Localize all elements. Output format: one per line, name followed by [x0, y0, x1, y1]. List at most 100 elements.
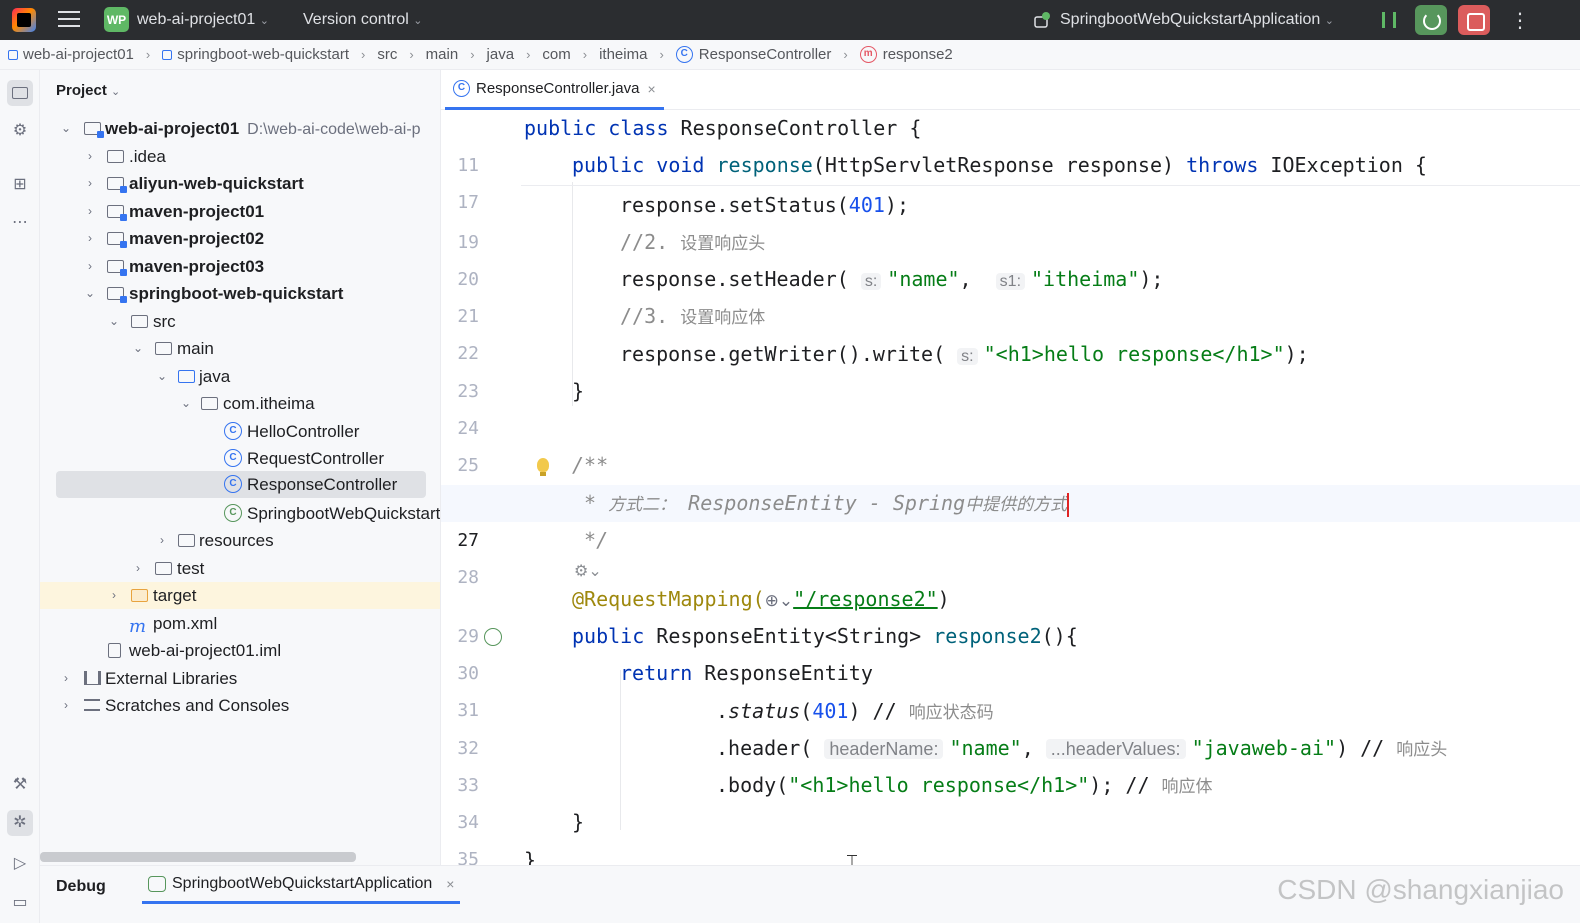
- code-token: response2: [933, 624, 1042, 648]
- tree-item-folder[interactable]: ⌄ main: [40, 335, 440, 362]
- tree-item-class[interactable]: C HelloController: [40, 418, 440, 445]
- breadcrumb-item[interactable]: main: [426, 46, 459, 63]
- tree-item-folder[interactable]: ⌄ java: [40, 363, 440, 390]
- tree-item-folder[interactable]: › resources: [40, 527, 440, 554]
- chevron-right-icon: ›: [360, 47, 366, 62]
- breadcrumb-item[interactable]: com: [542, 46, 570, 63]
- code-token: "itheima": [1031, 267, 1140, 291]
- tree-item-module[interactable]: › maven-project02: [40, 225, 440, 252]
- tree-item-label: target: [153, 586, 197, 605]
- rerun-button[interactable]: [1415, 5, 1447, 35]
- tree-item-file[interactable]: m pom.xml: [40, 610, 440, 637]
- settings-gear-icon[interactable]: ⚙: [7, 118, 33, 144]
- tree-item-module[interactable]: ⌄ springboot-web-quickstart: [40, 280, 440, 307]
- iml-file-icon: [108, 643, 121, 658]
- tree-item-label: web-ai-project01.iml: [129, 641, 282, 660]
- horizontal-scrollbar[interactable]: [40, 852, 356, 862]
- breadcrumb-item[interactable]: itheima: [599, 46, 647, 63]
- breadcrumb-label: com: [542, 46, 571, 63]
- project-name: web-ai-project01: [137, 11, 256, 28]
- tree-item-label: test: [177, 559, 205, 578]
- library-icon: [84, 671, 101, 685]
- intellij-logo-icon[interactable]: [12, 8, 36, 32]
- tree-item-folder[interactable]: › test: [40, 555, 440, 582]
- class-icon: C: [224, 475, 242, 493]
- resources-folder-icon: [178, 534, 195, 547]
- tree-item-module[interactable]: › aliyun-web-quickstart: [40, 170, 440, 197]
- close-icon[interactable]: ×: [446, 876, 454, 892]
- tree-item-module[interactable]: › maven-project03: [40, 253, 440, 280]
- tree-item-label: External Libraries: [105, 669, 238, 688]
- code-token: (HttpServletResponse response): [812, 153, 1175, 177]
- tree-item-target[interactable]: › target: [40, 582, 440, 609]
- chevron-right-icon: ›: [582, 47, 588, 62]
- excluded-folder-icon: [131, 589, 148, 602]
- code-token: *: [572, 491, 609, 515]
- stop-button[interactable]: [1458, 5, 1490, 35]
- tree-item-module[interactable]: › maven-project01: [40, 198, 440, 225]
- breadcrumb-item[interactable]: m response2: [859, 46, 953, 63]
- run-icon[interactable]: ▷: [7, 851, 33, 877]
- close-icon[interactable]: ×: [647, 81, 655, 97]
- globe-icon[interactable]: ⊕⌄: [765, 591, 794, 611]
- code-token: .header(: [716, 736, 813, 760]
- tree-item-file[interactable]: web-ai-project01.iml: [40, 637, 440, 664]
- tree-item-label: HelloController: [247, 422, 360, 441]
- main-menu-icon[interactable]: [58, 11, 80, 29]
- structure-icon[interactable]: ⊞: [7, 172, 33, 198]
- code-vision-icon[interactable]: ⚙⌄: [574, 561, 602, 581]
- code-token: 方式二：: [608, 495, 677, 515]
- chevron-right-icon: ›: [64, 671, 68, 685]
- web-endpoint-icon[interactable]: [484, 628, 502, 646]
- tree-item-scratches[interactable]: › Scratches and Consoles: [40, 692, 440, 719]
- tree-item-label: maven-project01: [129, 202, 265, 221]
- code-token: @RequestMapping(: [572, 587, 765, 611]
- tree-item-folder[interactable]: ⌄ src: [40, 308, 440, 335]
- code-token: }: [572, 379, 585, 403]
- tree-root[interactable]: ⌄ web-ai-project01 D:\web-ai-code\web-ai-…: [40, 115, 440, 142]
- breadcrumb-item[interactable]: C ResponseController: [675, 46, 831, 63]
- chevron-down-icon: ⌄: [413, 15, 423, 27]
- tree-item-idea[interactable]: › .idea: [40, 143, 440, 170]
- tree-item-class-selected[interactable]: C ResponseController: [56, 471, 426, 498]
- breadcrumb-item[interactable]: springboot-web-quickstart: [162, 46, 349, 63]
- breadcrumb-item[interactable]: src: [377, 46, 397, 63]
- title-bar: WP web-ai-project01 ⌄ Version control ⌄ …: [0, 0, 1580, 40]
- tree-item-class[interactable]: C SpringbootWebQuickstart: [40, 500, 440, 527]
- more-options-icon[interactable]: ⋮: [1510, 8, 1530, 33]
- project-badge[interactable]: WP: [104, 7, 129, 32]
- breadcrumb-item[interactable]: web-ai-project01: [8, 46, 134, 63]
- tab-responsecontroller[interactable]: C ResponseController.java ×: [445, 70, 664, 110]
- debug-session-tab[interactable]: SpringbootWebQuickstartApplication ×: [142, 866, 461, 904]
- debug-bug-icon[interactable]: ✲: [7, 810, 33, 836]
- url-link[interactable]: "/response2": [793, 587, 938, 611]
- code-editor[interactable]: 11 public class ResponseController { 17 …: [441, 110, 1580, 865]
- tree-item-libraries[interactable]: › External Libraries: [40, 665, 440, 692]
- tree-item-label: maven-project02: [129, 229, 265, 248]
- project-panel-title[interactable]: Project ⌄: [56, 82, 120, 99]
- terminal-icon[interactable]: ▭: [7, 890, 33, 916]
- project-switcher[interactable]: web-ai-project01 ⌄: [137, 11, 269, 29]
- version-control-menu[interactable]: Version control ⌄: [303, 11, 423, 29]
- breadcrumb-item[interactable]: java: [487, 46, 515, 63]
- code-token: /**: [572, 453, 609, 477]
- project-tool-button[interactable]: [7, 80, 33, 106]
- debug-title: Debug: [56, 878, 106, 895]
- run-config-selector[interactable]: SpringbootWebQuickstartApplication ⌄: [1060, 11, 1334, 29]
- code-token: response.setStatus(: [620, 193, 849, 217]
- code-token: response.setHeader(: [620, 267, 849, 291]
- spring-run-config-icon: [1034, 12, 1050, 28]
- tree-root-path: D:\web-ai-code\web-ai-p: [247, 121, 421, 138]
- chevron-right-icon: ›: [88, 204, 92, 218]
- module-folder-icon: [107, 205, 127, 221]
- tree-item-label: com.itheima: [223, 394, 315, 413]
- more-tools-icon[interactable]: ⋯: [7, 210, 33, 236]
- build-hammer-icon[interactable]: ⚒: [7, 772, 33, 798]
- left-tool-strip: ⚙ ⊞ ⋯ ⚒ ✲ ▷ ▭: [0, 70, 40, 923]
- pause-icon[interactable]: [1382, 12, 1396, 28]
- debug-tool-window: Debug SpringbootWebQuickstartApplication…: [40, 865, 1580, 923]
- tree-item-class[interactable]: C RequestController: [40, 445, 440, 472]
- tree-item-package[interactable]: ⌄ com.itheima: [40, 390, 440, 417]
- intention-bulb-icon[interactable]: [537, 458, 549, 476]
- project-panel: Project ⌄ ⌄ web-ai-project01 D:\web-ai-co…: [40, 70, 441, 865]
